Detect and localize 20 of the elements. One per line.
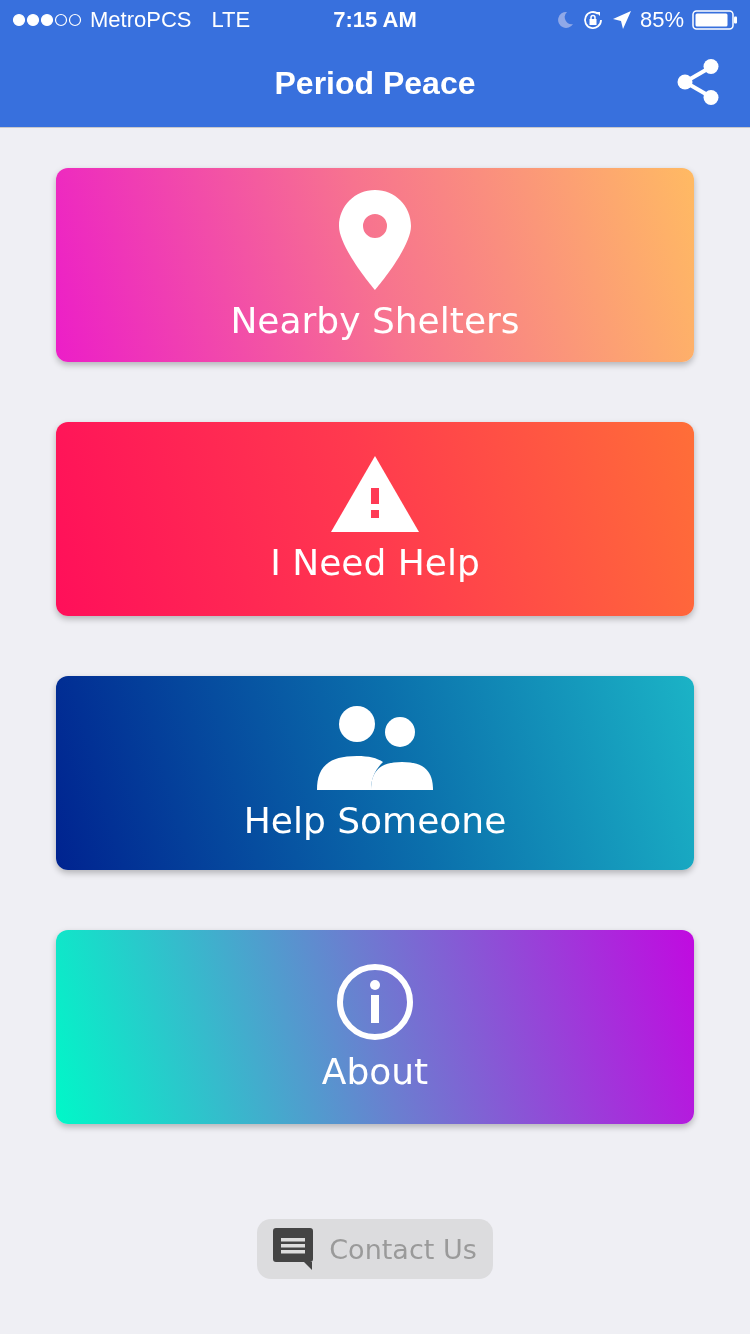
battery-icon (692, 10, 738, 30)
people-icon (317, 705, 433, 790)
network-type: LTE (211, 7, 251, 33)
signal-icon (12, 13, 82, 27)
contact-us-button[interactable]: Contact Us (257, 1219, 493, 1279)
battery-percent: 85% (639, 7, 684, 33)
rotation-lock-icon (581, 9, 604, 31)
app-title: Period Peace (274, 65, 476, 102)
menu-card-button[interactable]: Nearby Shelters (56, 168, 694, 362)
about-card-button[interactable]: About (56, 930, 694, 1124)
menu-card-button[interactable]: Help Someone (56, 676, 694, 870)
location-pin-icon (339, 189, 411, 290)
chat-icon (273, 1228, 314, 1270)
location-arrow-icon (611, 10, 632, 30)
carrier-name: MetroPCS (90, 7, 192, 33)
clock-time: 7:15 AM (333, 7, 417, 33)
menu-card-button[interactable]: I Need Help (56, 422, 694, 616)
info-icon (336, 962, 414, 1041)
moon-icon (555, 11, 574, 29)
warning-icon (331, 455, 419, 532)
